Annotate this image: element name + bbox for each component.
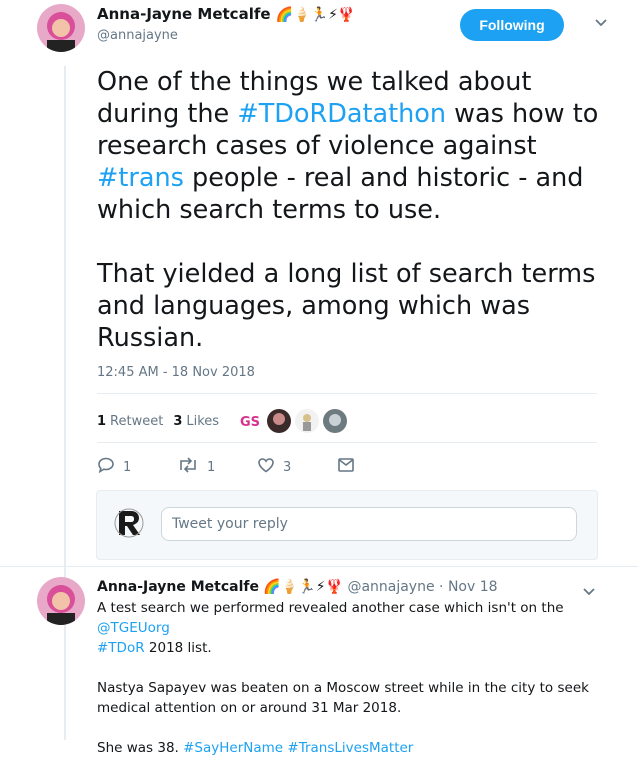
liker-avatar[interactable] [295,409,320,433]
hashtag-sayhername[interactable]: #SayHerName [183,740,283,756]
author-handle[interactable]: @annajayne [97,28,178,43]
liker-avatar[interactable] [267,409,292,433]
chevron-down-icon[interactable] [583,585,595,599]
author-avatar[interactable] [37,4,85,52]
retweet-action-count: 1 [207,459,216,475]
current-user-avatar[interactable] [113,507,145,539]
second-tweet-paragraph-1: A test search we performed revealed anot… [97,598,597,658]
like-action-count: 3 [283,459,292,475]
author-avatar[interactable] [37,577,85,625]
tweet-timestamp[interactable]: 12:45 AM - 18 Nov 2018 [97,365,255,380]
likes-stat[interactable]: 3 Likes [173,414,219,429]
text-segment: A test search we performed revealed anot… [97,600,564,616]
thread-line [64,66,66,586]
mention-tgeuorg[interactable]: @TGEUorg [97,620,170,636]
hashtag-trans[interactable]: #trans [97,163,184,193]
retweet-action[interactable]: 1 [177,457,257,477]
divider [97,442,597,443]
divider [97,393,597,394]
following-button[interactable]: Following [460,9,564,41]
hashtag-tdordatathon[interactable]: #TDoRDatathon [237,99,446,129]
second-tweet-header: Anna-Jayne Metcalfe 🌈🍦🏃⚡🦞 @annajayne · N… [97,579,498,595]
author-name[interactable]: Anna-Jayne Metcalfe [97,5,271,23]
tweet-stats: 1 Retweet 3 Likes GS [97,409,351,433]
retweet-label: Retweet [110,413,164,429]
thread-line [64,625,66,740]
likes-label: Likes [186,413,220,429]
tweet-paragraph-1: One of the things we talked about during… [97,66,617,226]
hashtag-translivesmatter[interactable]: #TransLivesMatter [287,740,413,756]
reply-action[interactable]: 1 [97,457,177,477]
reply-count: 1 [123,459,132,475]
second-tweet-text: A test search we performed revealed anot… [97,598,597,778]
tweet-paragraph-2: That yielded a long list of search terms… [97,259,596,353]
reply-box: Tweet your reply [96,490,598,560]
tweet-text: One of the things we talked about during… [97,66,617,354]
chevron-down-icon[interactable] [595,16,607,30]
tweet-date[interactable]: Nov 18 [448,579,498,595]
author-emoji: 🌈🍦🏃⚡🦞 [263,579,343,595]
liker-avatar[interactable] [323,409,348,433]
retweet-count: 1 [97,413,107,429]
likes-count: 3 [173,413,183,429]
author-name-row[interactable]: Anna-Jayne Metcalfe 🌈🍦🏃⚡🦞 [97,5,355,23]
author-name[interactable]: Anna-Jayne Metcalfe [97,579,259,595]
hashtag-tdor[interactable]: #TDoR [97,640,145,656]
direct-message-action[interactable] [337,457,417,477]
like-action[interactable]: 3 [257,457,337,477]
liker-avatars: GS [239,409,351,433]
tweet-actions: 1 1 3 [97,457,417,477]
author-emoji: 🌈🍦🏃⚡🦞 [275,7,356,23]
retweet-stat[interactable]: 1 Retweet [97,414,163,429]
tweet-separator [0,566,638,567]
liker-avatar[interactable]: GS [239,409,264,433]
heart-icon[interactable] [257,457,275,477]
reply-input[interactable]: Tweet your reply [161,507,577,541]
text-segment: She was 38. [97,740,184,756]
message-icon[interactable] [337,457,355,477]
second-tweet-paragraph-3: She was 38. #SayHerName #TransLivesMatte… [97,738,597,758]
dot-separator: · [439,579,444,595]
retweet-icon[interactable] [177,457,199,477]
author-handle[interactable]: @annajayne [347,579,434,595]
text-segment: 2018 list. [144,640,212,656]
svg-text:GS: GS [240,415,260,430]
reply-icon[interactable] [97,457,115,477]
second-tweet-paragraph-2: Nastya Sapayev was beaten on a Moscow st… [97,680,589,716]
